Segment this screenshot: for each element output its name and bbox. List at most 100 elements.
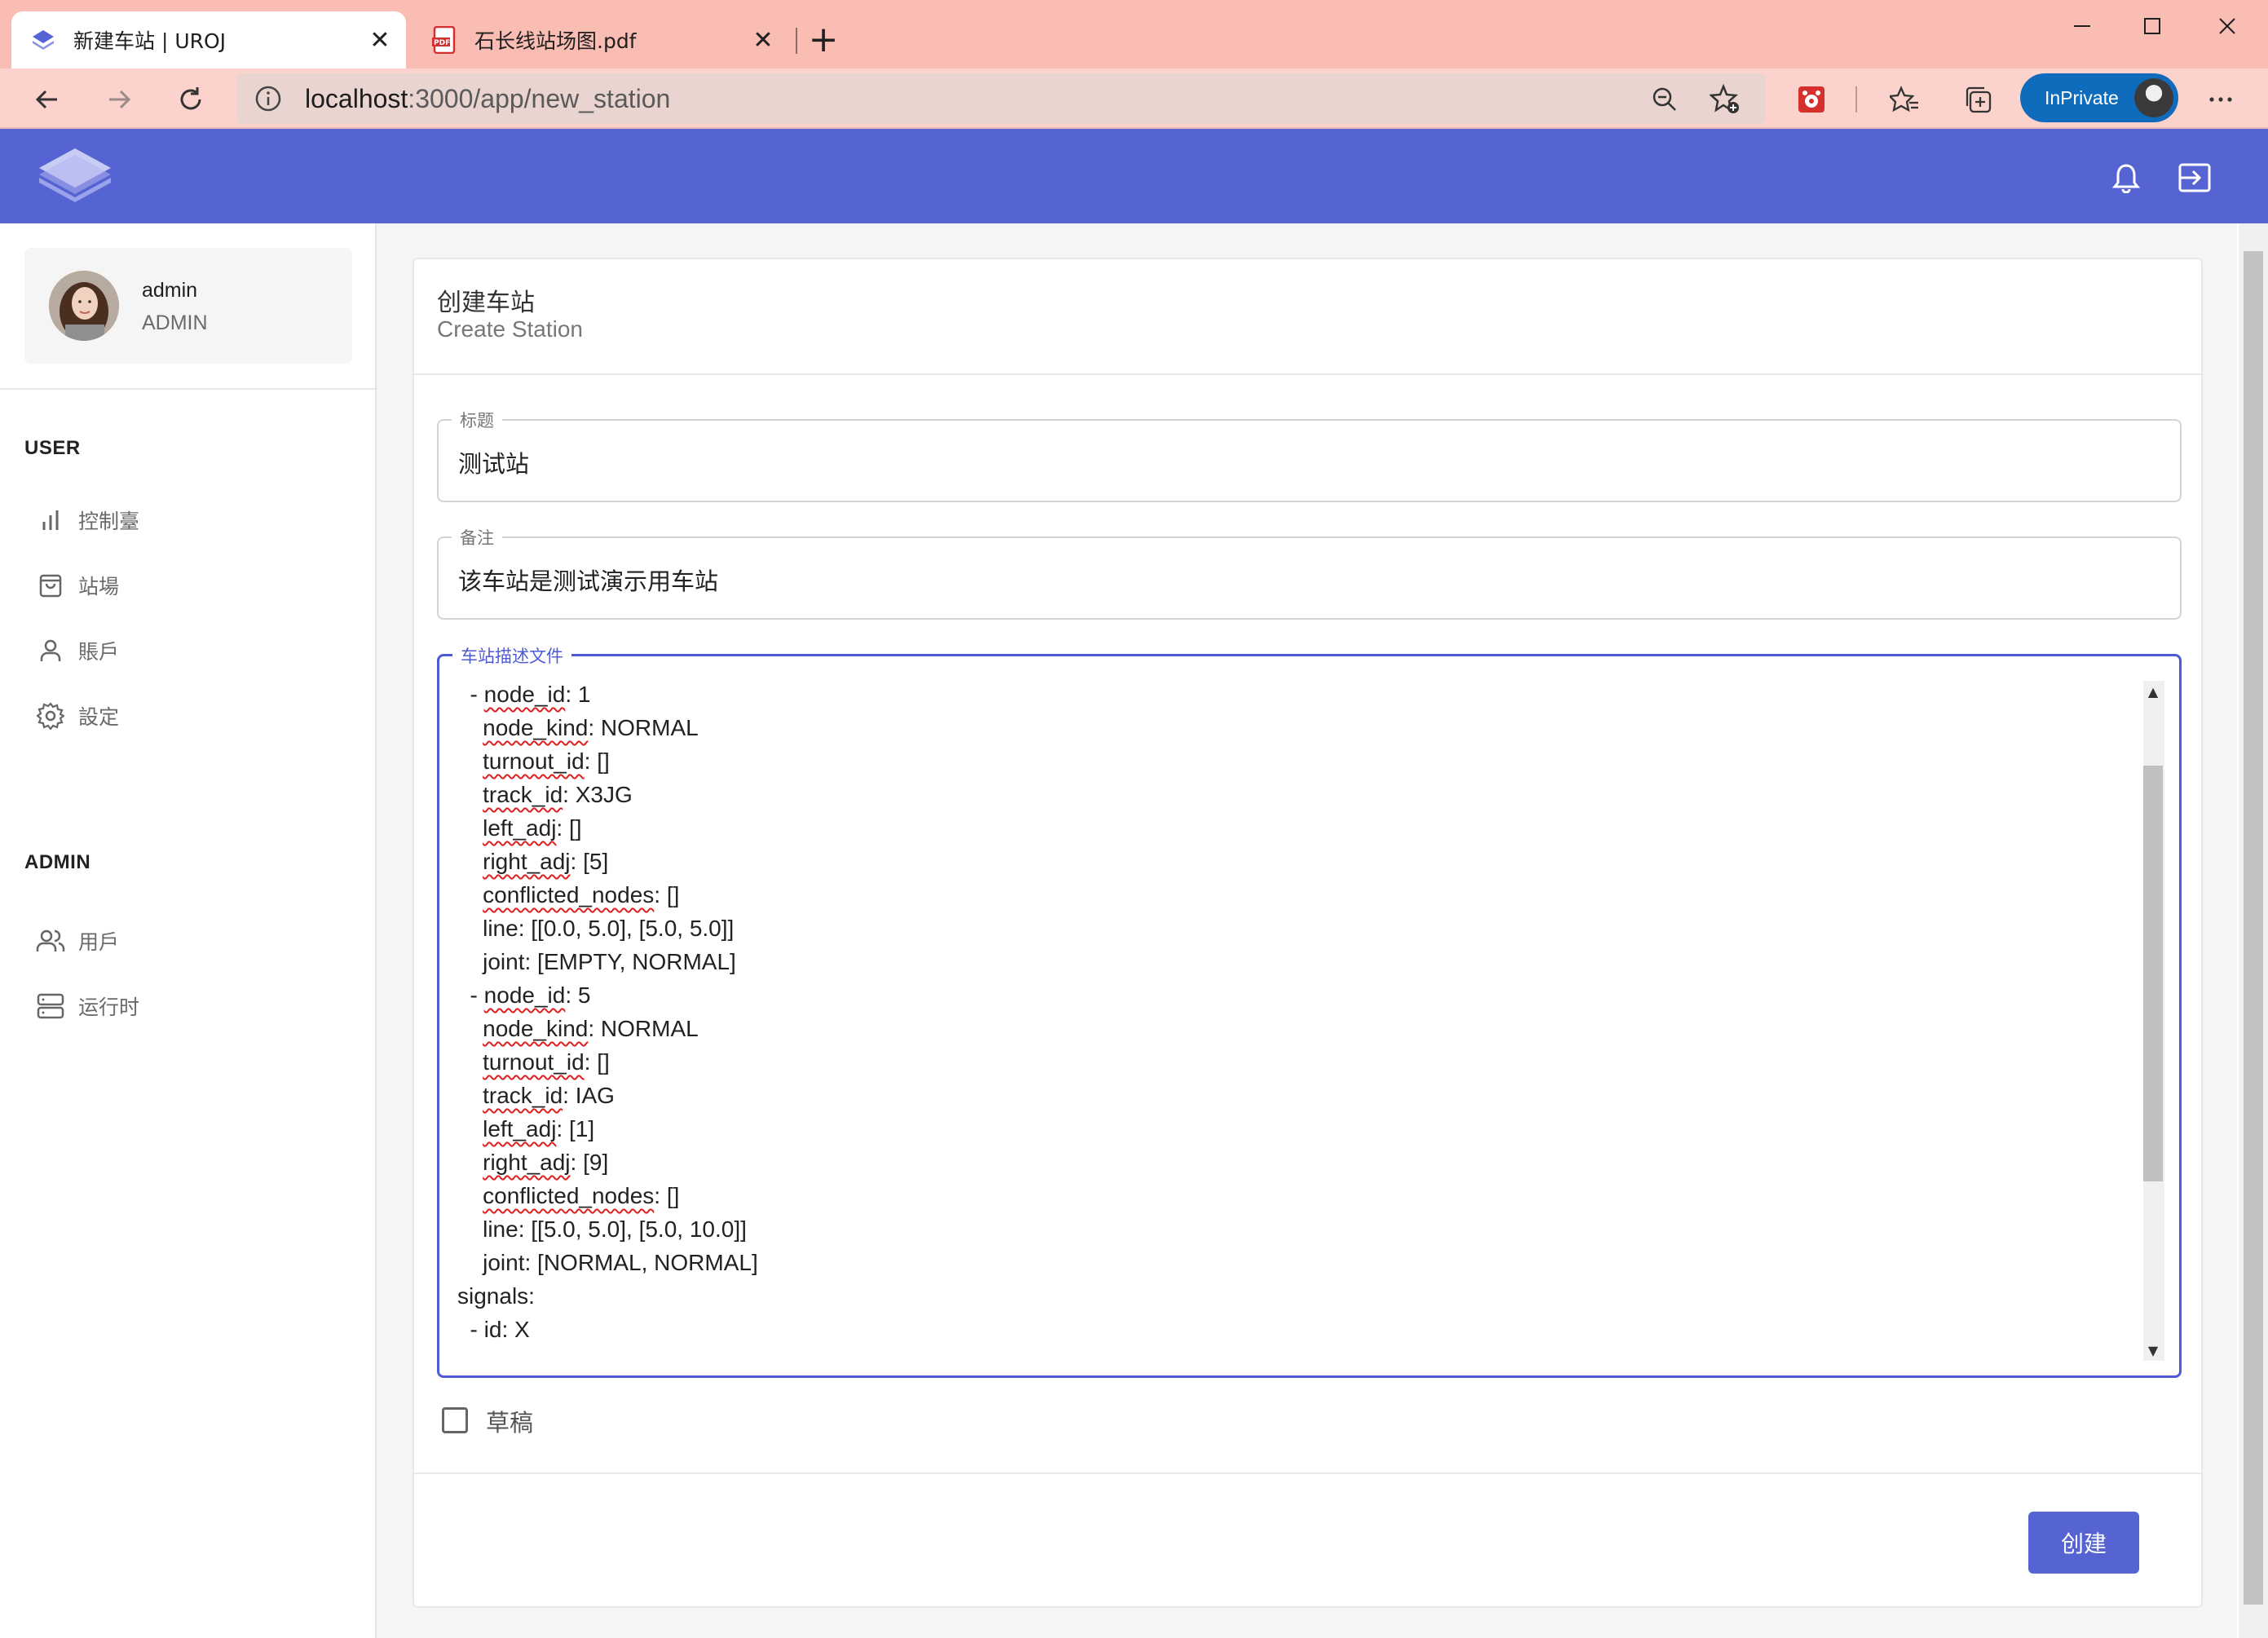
user-icon — [34, 634, 67, 667]
add-favorite-icon[interactable] — [1705, 80, 1745, 119]
favorites-icon[interactable] — [1883, 78, 1926, 121]
server-icon — [34, 990, 67, 1022]
sidebar-item-label: 运行时 — [78, 996, 140, 1019]
station-file-field[interactable]: 车站描述文件 - node_id: 1 node_kind: NORMAL tu… — [437, 643, 2182, 1378]
code-line: joint: [EMPTY, NORMAL] — [457, 949, 736, 974]
code-line: node_kind: NORMAL — [483, 715, 699, 740]
page-scrollbar[interactable] — [2239, 223, 2268, 1638]
site-info-icon[interactable] — [254, 85, 282, 113]
card-header-divider — [414, 373, 2201, 375]
browser-tab-bar: 新建车站 | UROJ ✕ PDF 石长线站场图.pdf ✕ + — [0, 0, 2268, 68]
code-line: node_kind: NORMAL — [483, 1016, 699, 1041]
draft-checkbox[interactable] — [442, 1407, 468, 1433]
close-window-icon[interactable] — [2195, 8, 2260, 44]
code-line: joint: [NORMAL, NORMAL] — [457, 1250, 758, 1275]
sidebar-item-settings[interactable]: 設定 — [34, 695, 119, 737]
page-subtitle: Create Station — [437, 316, 583, 342]
sidebar-item-users[interactable]: 用戶 — [34, 920, 119, 962]
user-card[interactable]: admin ADMIN — [24, 248, 352, 364]
pdf-icon: PDF — [430, 26, 458, 54]
station-file-textarea[interactable]: - node_id: 1 node_kind: NORMAL turnout_i… — [457, 678, 2120, 1346]
scroll-down-icon[interactable]: ▼ — [2143, 1340, 2163, 1361]
station-file-label: 车站描述文件 — [452, 643, 571, 668]
users-icon — [34, 925, 67, 957]
code-line: track_id: X3JG — [483, 782, 633, 807]
gear-icon — [34, 700, 67, 732]
sidebar-item-stations[interactable]: 站場 — [34, 564, 119, 607]
title-input[interactable]: 测试站 — [458, 445, 529, 479]
code-line: turnout_id: [] — [483, 748, 610, 774]
notification-bell-icon[interactable] — [2107, 158, 2146, 197]
code-line: left_adj: [] — [483, 815, 582, 841]
inprivate-label: InPrivate — [2045, 86, 2119, 108]
sidebar-section-admin: ADMIN — [24, 851, 91, 873]
tab-separator — [796, 28, 797, 54]
bar-chart-icon — [34, 504, 67, 536]
code-line: conflicted_nodes: [] — [483, 882, 680, 907]
browser-toolbar: localhost:3000/app/new_station InPrivate — [0, 68, 2268, 129]
maximize-icon[interactable] — [2120, 8, 2185, 44]
create-button[interactable]: 创建 — [2028, 1512, 2139, 1574]
back-icon[interactable] — [26, 78, 68, 121]
url-text: localhost:3000/app/new_station — [305, 83, 671, 113]
note-field-label: 备注 — [452, 525, 502, 550]
sidebar-item-label: 站場 — [78, 575, 120, 598]
inprivate-badge[interactable]: InPrivate — [2020, 73, 2178, 122]
sidebar: admin ADMIN USER 控制臺 站場 賬戶 設定 ADMIN 用戶 运… — [0, 223, 377, 1638]
title-field-label: 标题 — [452, 408, 502, 432]
sidebar-section-user: USER — [24, 437, 81, 459]
collections-icon[interactable] — [1957, 78, 1999, 121]
code-line: line: [[0.0, 5.0], [5.0, 5.0]] — [457, 916, 735, 941]
avatar — [49, 271, 119, 341]
code-line: left_adj: [1] — [483, 1116, 595, 1141]
sidebar-item-label: 設定 — [78, 705, 120, 729]
minimize-icon[interactable] — [2050, 8, 2115, 44]
extension-icon[interactable] — [1790, 78, 1833, 121]
layers-icon — [29, 26, 57, 54]
svg-text:PDF: PDF — [434, 39, 450, 47]
user-role: ADMIN — [142, 311, 208, 334]
code-line: right_adj: [9] — [483, 1150, 609, 1175]
new-tab-button[interactable]: + — [804, 19, 843, 60]
code-line: - id: X — [457, 1317, 530, 1342]
tab-title: 石长线站场图.pdf — [474, 29, 637, 53]
note-input[interactable]: 该车站是测试演示用车站 — [458, 563, 718, 597]
more-options-icon[interactable] — [2200, 78, 2242, 121]
card-footer-divider — [414, 1472, 2201, 1474]
logout-icon[interactable] — [2175, 158, 2214, 197]
draft-label[interactable]: 草稿 — [486, 1404, 533, 1438]
code-line: right_adj: [5] — [483, 849, 609, 874]
page-scrollbar-thumb[interactable] — [2244, 251, 2263, 1605]
sidebar-item-account[interactable]: 賬戶 — [34, 629, 119, 672]
sidebar-item-runtime[interactable]: 运行时 — [34, 985, 139, 1027]
toolbar-separator — [1855, 86, 1857, 113]
note-field[interactable]: 备注 该车站是测试演示用车站 — [437, 525, 2182, 620]
address-bar[interactable]: localhost:3000/app/new_station — [236, 73, 1766, 124]
main-content: 创建车站 Create Station 标题 测试站 备注 该车站是测试演示用车… — [377, 223, 2237, 1638]
refresh-icon[interactable] — [170, 78, 212, 121]
sidebar-item-label: 賬戶 — [78, 640, 120, 664]
code-line: - node_id: 1 — [457, 682, 591, 707]
sidebar-item-label: 控制臺 — [78, 510, 140, 533]
close-tab-icon[interactable]: ✕ — [747, 24, 779, 56]
app-header — [0, 129, 2268, 223]
user-name: admin — [142, 279, 198, 302]
code-line: - node_id: 5 — [457, 982, 591, 1008]
zoom-out-icon[interactable] — [1645, 80, 1684, 119]
app-logo-icon[interactable] — [33, 145, 117, 210]
forward-icon[interactable] — [98, 78, 140, 121]
code-line: signals: — [457, 1283, 535, 1309]
profile-avatar — [2134, 78, 2173, 117]
code-line: conflicted_nodes: [] — [483, 1183, 680, 1208]
code-line: line: [[5.0, 5.0], [5.0, 10.0]] — [457, 1216, 747, 1242]
tab-pdf[interactable]: PDF 石长线站场图.pdf ✕ — [413, 11, 789, 68]
sidebar-item-dashboard[interactable]: 控制臺 — [34, 499, 139, 541]
title-field[interactable]: 标题 测试站 — [437, 408, 2182, 502]
textarea-scrollbar-thumb[interactable] — [2143, 766, 2163, 1181]
sidebar-divider — [0, 388, 375, 390]
code-line: turnout_id: [] — [483, 1049, 610, 1075]
close-tab-icon[interactable]: ✕ — [364, 24, 396, 56]
sidebar-item-label: 用戶 — [78, 930, 120, 954]
tab-new-station[interactable]: 新建车站 | UROJ ✕ — [11, 11, 406, 68]
scroll-up-icon[interactable]: ▲ — [2143, 681, 2163, 702]
